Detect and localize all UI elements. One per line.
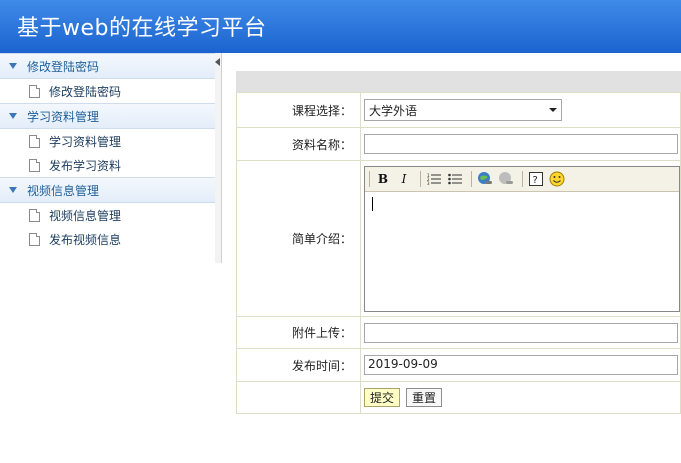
toolbar-separator	[420, 170, 421, 187]
sidebar-item-label: 发布学习资料	[49, 158, 122, 173]
attachment-label: 附件上传：	[236, 316, 361, 349]
sidebar-section-label: 修改登陆密码	[27, 59, 100, 74]
sidebar-collapse-handle[interactable]	[215, 53, 222, 263]
document-icon	[29, 158, 40, 172]
document-icon	[29, 208, 40, 222]
submit-button[interactable]: 提交	[364, 388, 401, 407]
bold-icon[interactable]: B	[374, 170, 392, 188]
sidebar-item-materials-publish[interactable]: 发布学习资料	[0, 153, 215, 177]
text-cursor	[372, 196, 373, 211]
name-label: 资料名称：	[236, 127, 361, 161]
sidebar-section-password[interactable]: 修改登陆密码	[0, 53, 215, 79]
name-input[interactable]	[364, 134, 678, 154]
document-icon	[29, 84, 40, 98]
unlink-icon[interactable]	[497, 170, 515, 188]
rich-text-editor: B I 123 ?	[364, 165, 680, 312]
app-header: 基于web的在线学习平台	[0, 0, 681, 53]
sidebar-item-label: 视频信息管理	[49, 208, 122, 223]
date-input[interactable]: 2019-09-09	[364, 355, 678, 375]
toolbar-separator	[522, 170, 523, 187]
unordered-list-icon[interactable]	[446, 170, 464, 188]
document-icon	[29, 134, 40, 148]
sidebar-item-video-publish[interactable]: 发布视频信息	[0, 227, 215, 251]
svg-text:3: 3	[427, 181, 430, 185]
attachment-input[interactable]	[364, 322, 678, 343]
sidebar-section-label: 学习资料管理	[27, 109, 100, 124]
toolbar-grip	[369, 170, 370, 187]
chevron-down-icon	[9, 113, 17, 119]
app-title: 基于web的在线学习平台	[17, 16, 267, 41]
date-label: 发布时间：	[236, 348, 361, 382]
course-select[interactable]: 大学外语	[364, 99, 562, 121]
reset-button[interactable]: 重置	[406, 388, 443, 407]
help-icon[interactable]: ?	[527, 170, 545, 188]
sidebar-item-materials-manage[interactable]: 学习资料管理	[0, 129, 215, 153]
course-select-value: 大学外语	[369, 103, 418, 118]
toolbar-separator	[471, 170, 472, 187]
sidebar-section-label: 视频信息管理	[27, 183, 100, 198]
intro-label: 简单介绍：	[236, 160, 361, 317]
italic-icon[interactable]: I	[395, 170, 413, 188]
publish-form: 课程选择： 大学外语 资料名称： 简单介绍： B I 123 ? 附件上传： 发…	[236, 92, 681, 414]
sidebar-item-video-manage[interactable]: 视频信息管理	[0, 203, 215, 227]
course-label: 课程选择：	[236, 92, 361, 128]
chevron-down-icon	[9, 187, 17, 193]
editor-text-area[interactable]	[365, 192, 679, 310]
dropdown-caret-icon	[549, 108, 557, 112]
collapse-arrow-icon	[215, 58, 220, 66]
sidebar-section-materials[interactable]: 学习资料管理	[0, 103, 215, 129]
sidebar-section-video[interactable]: 视频信息管理	[0, 177, 215, 203]
chevron-down-icon	[9, 63, 17, 69]
sidebar-item-label: 学习资料管理	[49, 134, 122, 149]
document-icon	[29, 232, 40, 246]
editor-toolbar: B I 123 ?	[365, 166, 679, 192]
ordered-list-icon[interactable]: 123	[425, 170, 443, 188]
sidebar-item-label: 发布视频信息	[49, 232, 122, 247]
link-icon[interactable]	[476, 170, 494, 188]
sidebar: 修改登陆密码 修改登陆密码 学习资料管理 学习资料管理 发布学习资料 视频信息管…	[0, 53, 216, 261]
content-header-bar	[236, 71, 681, 92]
svg-text:?: ?	[533, 175, 538, 186]
sidebar-item-change-password[interactable]: 修改登陆密码	[0, 79, 215, 103]
sidebar-item-label: 修改登陆密码	[49, 84, 122, 99]
smiley-icon[interactable]	[548, 170, 566, 188]
